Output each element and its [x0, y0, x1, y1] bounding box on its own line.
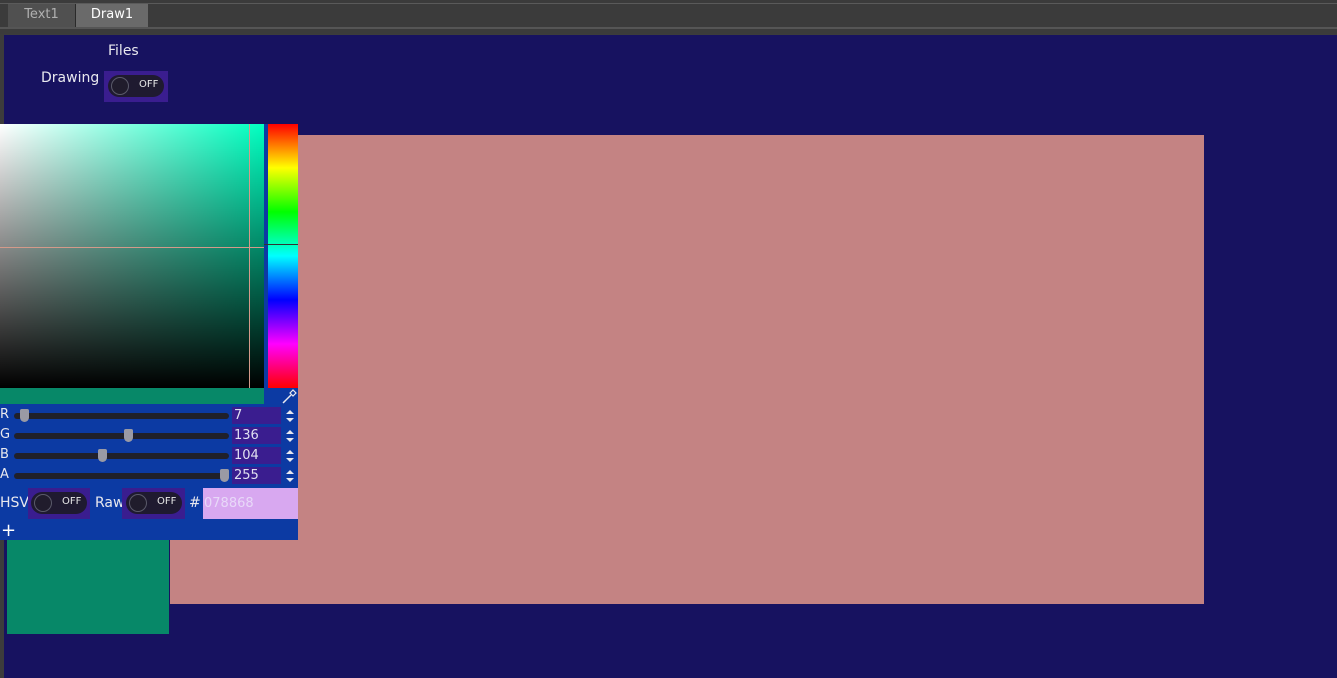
drawing-toggle-container: OFF	[104, 71, 168, 102]
color-picker: R 7 G 136 B 104 A 255 HSV OFF Raw OFF # …	[0, 124, 298, 540]
picker-options-row: HSV OFF Raw OFF # 078868	[0, 488, 298, 522]
channel-label-r: R	[0, 407, 10, 422]
drawing-canvas[interactable]	[170, 135, 1204, 604]
spinner-b-icon[interactable]	[284, 448, 296, 464]
raw-toggle-container: OFF	[122, 488, 185, 519]
files-label[interactable]: Files	[108, 43, 139, 59]
preset-strip: +	[0, 522, 298, 540]
tab-draw1[interactable]: Draw1	[76, 4, 148, 28]
spinner-g-icon[interactable]	[284, 428, 296, 444]
saturation-value-field[interactable]	[0, 124, 264, 388]
drawing-toggle[interactable]: OFF	[108, 75, 164, 97]
sv-crosshair-vertical	[249, 124, 250, 388]
hsv-label: HSV	[0, 495, 29, 511]
spinner-r-icon[interactable]	[284, 408, 296, 424]
toggle-knob	[129, 494, 147, 512]
tab-bar-divider	[0, 27, 1337, 29]
slider-thumb-r[interactable]	[19, 409, 29, 422]
sv-crosshair-horizontal	[0, 247, 264, 248]
channel-label-b: B	[0, 447, 9, 462]
hsv-toggle-container: OFF	[28, 488, 90, 519]
tab-text1[interactable]: Text1	[8, 4, 76, 28]
channel-label-g: G	[0, 427, 11, 442]
color-swatch-button[interactable]	[7, 540, 169, 634]
value-field-g[interactable]: 136	[232, 427, 281, 444]
channel-label-a: A	[0, 467, 9, 482]
tab-bar: Text1 Draw1	[0, 0, 1337, 34]
slider-track-b[interactable]	[14, 453, 229, 459]
eyedropper-icon[interactable]	[280, 388, 298, 404]
value-field-b[interactable]: 104	[232, 447, 281, 464]
tab-bar-top-line	[0, 3, 1337, 4]
slider-row-b: B 104	[0, 446, 298, 466]
toggle-knob	[34, 494, 52, 512]
slider-track-g[interactable]	[14, 433, 229, 439]
hue-marker	[264, 244, 298, 245]
hex-hash-label: #	[189, 495, 201, 511]
toggle-knob	[111, 77, 129, 95]
hex-input[interactable]: 078868	[203, 488, 298, 519]
slider-track-r[interactable]	[14, 413, 229, 419]
slider-thumb-b[interactable]	[98, 449, 108, 462]
raw-toggle[interactable]: OFF	[126, 492, 182, 514]
hsv-toggle-state: OFF	[62, 496, 82, 507]
drawing-label: Drawing	[41, 70, 100, 86]
slider-row-a: A 255	[0, 466, 298, 486]
slider-thumb-a[interactable]	[220, 469, 229, 482]
slider-track-a[interactable]	[14, 473, 229, 479]
drawing-toggle-state: OFF	[139, 79, 159, 90]
hue-slider[interactable]	[268, 124, 298, 388]
value-field-a[interactable]: 255	[232, 467, 281, 484]
slider-row-g: G 136	[0, 426, 298, 446]
value-field-r[interactable]: 7	[232, 407, 281, 424]
slider-row-r: R 7	[0, 406, 298, 426]
raw-toggle-state: OFF	[157, 496, 177, 507]
spinner-a-icon[interactable]	[284, 468, 296, 484]
slider-thumb-g[interactable]	[123, 429, 133, 442]
raw-label: Raw	[95, 495, 125, 511]
color-preview-bar	[0, 388, 264, 404]
add-preset-plus-icon[interactable]: +	[1, 522, 16, 540]
hsv-toggle[interactable]: OFF	[31, 492, 87, 514]
